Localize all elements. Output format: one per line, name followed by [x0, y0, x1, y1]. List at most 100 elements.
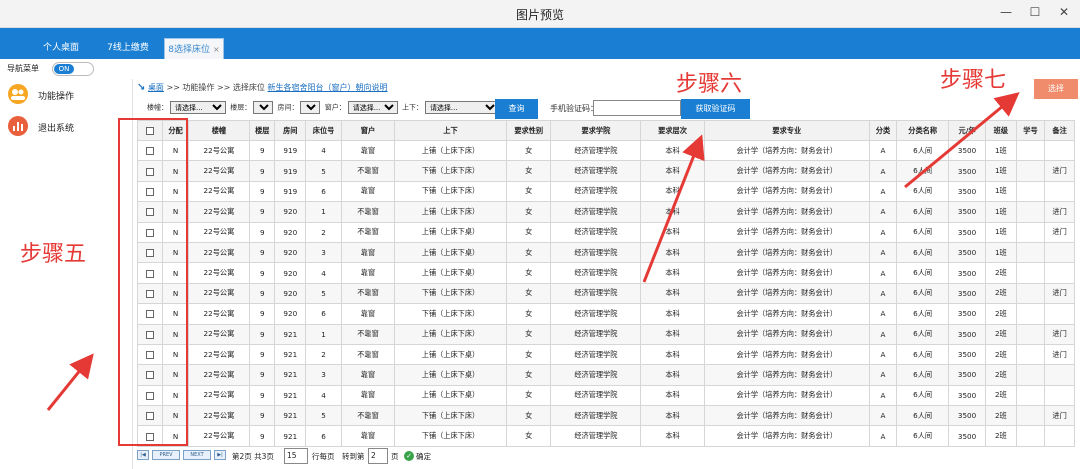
table-row[interactable]: N 22号公寓 9 919 4 靠窗 上铺（上床下床）女经济管理学院 本科 会计学（培养方向：财…: [136, 139, 1075, 162]
column-header[interactable]: 分类名称: [896, 120, 950, 141]
column-header[interactable]: 要求专业: [703, 120, 870, 141]
column-header[interactable]: 备注: [1044, 120, 1075, 141]
tab-personal-desktop[interactable]: 个人桌面: [30, 38, 92, 59]
nav-toggle[interactable]: ON: [52, 62, 94, 76]
table-cell: 9: [249, 201, 276, 223]
table-cell: 女: [506, 303, 552, 325]
table-cell: 2班: [985, 323, 1017, 345]
table-cell: [1015, 262, 1046, 284]
table-row[interactable]: N 22号公寓 9 920 2 不靠窗 上铺（上床下桌）女经济管理学院 本科 会计学（培养方向：…: [136, 221, 1075, 243]
table-cell: [1015, 364, 1046, 386]
column-header[interactable]: 要求学院: [550, 120, 642, 141]
table-cell: 22号公寓: [187, 405, 251, 427]
room-select[interactable]: [300, 101, 321, 114]
tab-label: 7线上缴费: [107, 43, 149, 53]
breadcrumb-home-link[interactable]: 桌面: [148, 83, 164, 92]
table-row[interactable]: N 22号公寓 9 921 4 靠窗 上铺（上床下桌）女经济管理学院 本科 会计学（培养方向：财…: [136, 384, 1075, 407]
table-row[interactable]: N 22号公寓 9 920 5 不靠窗 下铺（上床下床）女经济管理学院 本科 会计学（培养方向：…: [136, 282, 1075, 305]
column-header[interactable]: 窗户: [341, 120, 395, 141]
table-cell: 会计学（培养方向：财务会计）: [703, 160, 870, 182]
table-row[interactable]: N 22号公寓 9 920 6 靠窗 下铺（上床下床）女经济管理学院 本科 会计学（培养方向：财…: [136, 303, 1075, 325]
table-cell: 本科: [640, 323, 705, 345]
table-row[interactable]: N 22号公寓 9 921 6 靠窗 下铺（上床下床）女经济管理学院 本科 会计学（培养方向：财…: [136, 425, 1075, 447]
column-header[interactable]: 床位号: [305, 120, 343, 141]
table-cell: 会计学（培养方向：财务会计）: [703, 221, 870, 243]
tab-bar: 个人桌面 7线上缴费 8选择床位 ×: [0, 28, 1080, 59]
table-row[interactable]: N 22号公寓 9 921 2 不靠窗 上铺（上床下桌）女经济管理学院 本科 会计学（培养方向：…: [136, 343, 1075, 366]
table-row[interactable]: N 22号公寓 9 921 1 不靠窗 上铺（上床下床）女经济管理学院 本科 会计学（培养方向：…: [136, 323, 1075, 345]
goto-page-input[interactable]: 2: [368, 448, 388, 464]
last-page-icon[interactable]: ▶|: [214, 450, 226, 460]
chart-icon: [8, 116, 28, 136]
column-header[interactable]: 分类: [868, 120, 898, 141]
table-cell: 3: [305, 241, 343, 264]
column-header[interactable]: 元/年: [948, 120, 987, 141]
table-row[interactable]: N 22号公寓 9 920 1 不靠窗 上铺（上床下床）女经济管理学院 本科 会计学（培养方向：…: [136, 201, 1075, 223]
column-header[interactable]: 要求层次: [640, 120, 705, 141]
building-select[interactable]: 请选择...: [170, 101, 226, 114]
table-cell: 9: [249, 323, 276, 345]
table-cell: A: [868, 303, 898, 325]
table-cell: 女: [506, 139, 552, 162]
tab-online-payment[interactable]: 7线上缴费: [97, 38, 159, 59]
table-cell: [1044, 139, 1075, 162]
first-page-icon[interactable]: |◀: [137, 450, 149, 460]
table-cell: 9: [249, 180, 276, 203]
prev-page-button[interactable]: PREV: [152, 450, 180, 460]
confirm-button[interactable]: 确定: [416, 451, 431, 462]
table-cell: 2: [305, 221, 343, 243]
close-icon[interactable]: ✕: [1053, 2, 1075, 22]
floor-select[interactable]: [253, 101, 274, 114]
table-row[interactable]: N 22号公寓 9 919 6 靠窗 下铺（上床下床）女经济管理学院 本科 会计学（培养方向：财…: [136, 180, 1075, 203]
sidebar: 功能操作 退出系统: [0, 79, 133, 469]
column-header[interactable]: 房间: [274, 120, 307, 141]
table-row[interactable]: N 22号公寓 9 920 4 靠窗 上铺（上床下桌）女经济管理学院 本科 会计学（培养方向：财…: [136, 262, 1075, 284]
table-cell: 6人间: [896, 241, 950, 264]
select-button[interactable]: 选择: [1034, 79, 1078, 99]
table-row[interactable]: N 22号公寓 9 919 5 不靠窗 下铺（上床下床）女经济管理学院 本科 会计学（培养方向：…: [136, 160, 1075, 182]
table-cell: A: [868, 405, 898, 427]
table-cell: 会计学（培养方向：财务会计）: [703, 262, 870, 284]
column-header[interactable]: 楼幢: [187, 120, 251, 141]
column-header[interactable]: 学号: [1015, 120, 1046, 141]
get-code-button[interactable]: 获取验证码: [681, 99, 750, 119]
table-cell: 4: [305, 384, 343, 407]
tab-select-bed[interactable]: 8选择床位 ×: [164, 38, 224, 59]
column-header[interactable]: 楼层: [249, 120, 276, 141]
table-cell: 3500: [948, 201, 987, 223]
table-cell: 本科: [640, 343, 705, 366]
table-cell: 会计学（培养方向：财务会计）: [703, 201, 870, 223]
confirm-check-icon[interactable]: ✓: [404, 451, 414, 461]
table-cell: 本科: [640, 160, 705, 182]
column-header[interactable]: 班级: [985, 120, 1017, 141]
column-header[interactable]: 上下: [393, 120, 508, 141]
page-size-input[interactable]: 15: [284, 448, 308, 464]
bed-position-select[interactable]: 请选择...: [424, 101, 499, 114]
table-cell: 1班: [985, 241, 1017, 264]
table-cell: 6: [305, 425, 343, 447]
minimize-icon[interactable]: —: [995, 2, 1017, 22]
table-cell: 6人间: [896, 262, 950, 284]
table-row[interactable]: N 22号公寓 9 921 3 靠窗 上铺（上床下桌）女经济管理学院 本科 会计学（培养方向：财…: [136, 364, 1075, 386]
tab-close-icon[interactable]: ×: [213, 45, 220, 54]
table-cell: 女: [506, 384, 552, 407]
table-cell: 上铺（上床下床）: [393, 139, 508, 162]
table-cell: 本科: [640, 241, 705, 264]
table-cell: 会计学（培养方向：财务会计）: [703, 303, 870, 325]
window-select[interactable]: 请选择...: [347, 101, 398, 114]
maximize-icon[interactable]: ☐: [1024, 2, 1046, 22]
column-header[interactable]: 要求性别: [506, 120, 552, 141]
query-button[interactable]: 查询: [495, 99, 538, 119]
table-cell: 靠窗: [341, 139, 395, 162]
table-cell: 会计学（培养方向：财务会计）: [703, 405, 870, 427]
table-cell: 不靠窗: [341, 282, 395, 305]
table-row[interactable]: N 22号公寓 9 921 5 不靠窗 下铺（上床下床）女经济管理学院 本科 会计学（培养方向：…: [136, 405, 1075, 427]
toggle-on-label: ON: [54, 64, 74, 74]
phone-code-input[interactable]: [593, 100, 681, 116]
table-cell: 经济管理学院: [550, 343, 642, 366]
next-page-button[interactable]: NEXT: [183, 450, 211, 460]
table-cell: 女: [506, 405, 552, 427]
table-cell: 6人间: [896, 343, 950, 366]
table-row[interactable]: N 22号公寓 9 920 3 靠窗 上铺（上床下桌）女经济管理学院 本科 会计学（培养方向：财…: [136, 241, 1075, 264]
dorm-orientation-link[interactable]: 新生各宿舍阳台（窗户）朝向说明: [267, 83, 387, 92]
